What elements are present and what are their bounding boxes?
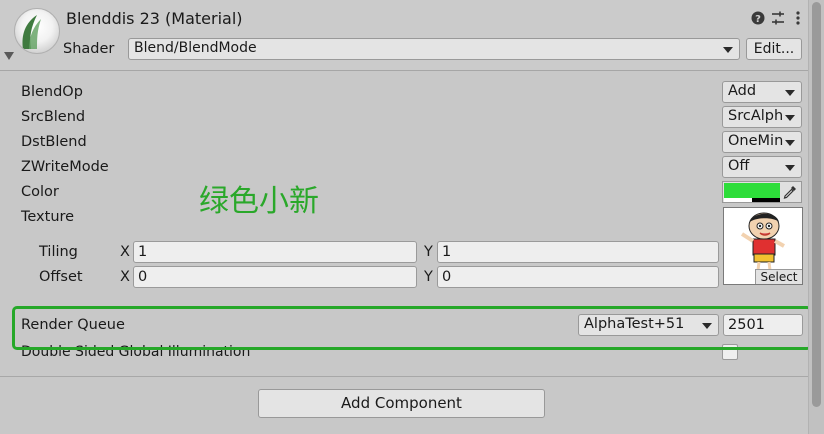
foldout-arrow-icon[interactable] — [4, 52, 14, 60]
chevron-down-icon — [785, 165, 795, 171]
offset-label: Offset — [39, 269, 83, 285]
tiling-label: Tiling — [39, 244, 78, 260]
tiling-y-input[interactable]: 1 — [437, 241, 719, 263]
offset-y-input[interactable]: 0 — [437, 266, 719, 288]
chevron-down-icon — [785, 115, 795, 121]
zwritemode-dropdown[interactable]: Off — [722, 156, 802, 178]
blendop-dropdown[interactable]: Add — [722, 81, 802, 103]
offset-y-axis-label: Y — [424, 269, 433, 285]
render-queue-highlight-frame — [12, 306, 812, 350]
more-vertical-icon[interactable] — [790, 10, 806, 26]
property-label-zwritemode: ZWriteMode — [21, 159, 109, 175]
offset-x-value: 0 — [138, 269, 148, 285]
vertical-scrollbar[interactable] — [808, 0, 824, 434]
texture-select-button[interactable]: Select — [755, 269, 802, 284]
shader-value: Blend/BlendMode — [134, 40, 257, 56]
srcblend-value: SrcAlph — [728, 108, 784, 124]
eyedropper-icon[interactable] — [782, 184, 798, 200]
tiling-x-axis-label: X — [120, 244, 130, 260]
color-field[interactable] — [722, 181, 802, 203]
dstblend-value: OneMin — [728, 133, 784, 149]
offset-x-axis-label: X — [120, 269, 130, 285]
property-label-dstblend: DstBlend — [21, 134, 87, 150]
dstblend-dropdown[interactable]: OneMin — [722, 131, 802, 153]
property-label-srcblend: SrcBlend — [21, 109, 86, 125]
alpha-bar-white — [724, 198, 752, 202]
srcblend-dropdown[interactable]: SrcAlph — [722, 106, 802, 128]
section-divider — [0, 376, 808, 377]
alpha-bar-black — [752, 198, 780, 202]
settings-sliders-icon[interactable] — [770, 10, 786, 26]
chevron-down-icon — [785, 90, 795, 96]
tiling-y-value: 1 — [442, 244, 452, 260]
texture-slot[interactable]: Select — [723, 207, 803, 285]
tiling-x-value: 1 — [138, 244, 148, 260]
blendop-value: Add — [728, 83, 757, 99]
add-component-button[interactable]: Add Component — [258, 389, 545, 418]
tiling-x-input[interactable]: 1 — [133, 241, 417, 263]
offset-x-input[interactable]: 0 — [133, 266, 417, 288]
chevron-down-icon — [723, 47, 733, 53]
texture-preview-image — [724, 208, 802, 272]
shader-label: Shader — [63, 41, 115, 57]
material-preview-thumbnail — [14, 8, 60, 54]
zwritemode-value: Off — [728, 158, 750, 174]
edit-shader-button[interactable]: Edit... — [746, 38, 802, 60]
tiling-y-axis-label: Y — [424, 244, 433, 260]
svg-text:?: ? — [755, 14, 761, 25]
property-label-color: Color — [21, 184, 59, 200]
offset-y-value: 0 — [442, 269, 452, 285]
help-icon[interactable]: ? — [750, 10, 766, 26]
chevron-down-icon — [785, 140, 795, 146]
material-title: Blenddis 23 (Material) — [66, 9, 243, 28]
scrollbar-thumb[interactable] — [812, 2, 821, 407]
property-label-texture: Texture — [21, 209, 75, 225]
property-label-blendop: BlendOp — [21, 84, 83, 100]
shader-dropdown[interactable]: Blend/BlendMode — [128, 38, 740, 60]
watermark-text: 绿色小新 — [199, 184, 319, 219]
color-swatch — [724, 183, 780, 198]
